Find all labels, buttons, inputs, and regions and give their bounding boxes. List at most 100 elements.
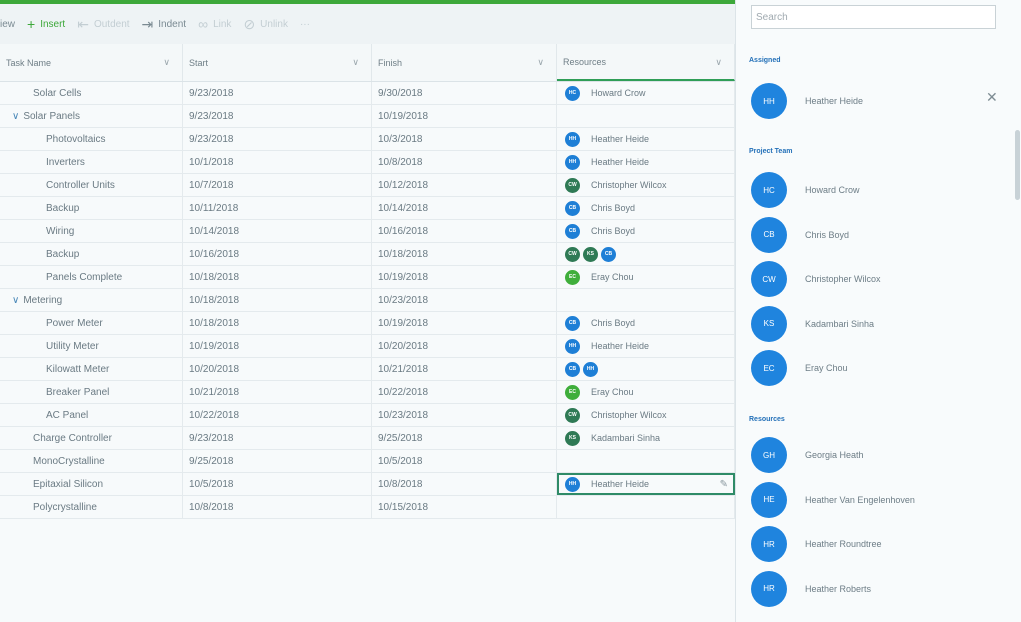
close-icon[interactable]: ✕ xyxy=(986,89,998,106)
start-date-cell[interactable]: 10/11/2018 xyxy=(183,197,372,219)
finish-date-cell[interactable]: 10/22/2018 xyxy=(372,381,557,403)
resource-person[interactable]: HR Heather Roberts xyxy=(751,570,871,607)
chevron-down-icon[interactable]: ∨ xyxy=(352,57,359,68)
resources-cell[interactable] xyxy=(557,105,735,127)
search-input[interactable]: Search xyxy=(751,5,996,29)
table-row[interactable]: Backup 10/11/2018 10/14/2018 CB Chris Boyd xyxy=(0,197,735,220)
table-row[interactable]: Epitaxial Silicon 10/5/2018 10/8/2018 HH Hea… xyxy=(0,473,735,496)
resources-cell[interactable]: CB HH xyxy=(557,358,735,380)
finish-date-cell[interactable]: 9/25/2018 xyxy=(372,427,557,449)
task-name-cell[interactable]: Solar Cells xyxy=(0,82,183,104)
chevron-down-icon[interactable]: ∨ xyxy=(715,57,722,68)
table-row[interactable]: Panels Complete 10/18/2018 10/19/2018 EC Era… xyxy=(0,266,735,289)
task-name-cell[interactable]: Backup xyxy=(0,243,183,265)
finish-date-cell[interactable]: 10/3/2018 xyxy=(372,128,557,150)
resources-cell[interactable]: KS Kadambari Sinha xyxy=(557,427,735,449)
start-date-cell[interactable]: 10/21/2018 xyxy=(183,381,372,403)
start-date-cell[interactable]: 10/18/2018 xyxy=(183,289,372,311)
table-row[interactable]: Charge Controller 9/23/2018 9/25/2018 KS Kad… xyxy=(0,427,735,450)
start-date-cell[interactable]: 10/16/2018 xyxy=(183,243,372,265)
start-date-cell[interactable]: 10/1/2018 xyxy=(183,151,372,173)
resources-cell[interactable]: EC Eray Chou xyxy=(557,381,735,403)
task-name-cell[interactable]: ∨ Solar Panels xyxy=(0,105,183,127)
resources-cell[interactable]: CW Christopher Wilcox xyxy=(557,174,735,196)
chevron-down-icon[interactable]: ∨ xyxy=(537,57,544,68)
task-name-cell[interactable]: Epitaxial Silicon xyxy=(0,473,183,495)
table-row[interactable]: Power Meter 10/18/2018 10/19/2018 CB Chris B… xyxy=(0,312,735,335)
task-name-cell[interactable]: Polycrystalline xyxy=(0,496,183,518)
task-name-cell[interactable]: ∨ Metering xyxy=(0,289,183,311)
task-name-cell[interactable]: Backup xyxy=(0,197,183,219)
resource-person[interactable]: GH Georgia Heath xyxy=(751,437,864,473)
team-person[interactable]: HC Howard Crow xyxy=(751,172,860,208)
finish-date-cell[interactable]: 10/18/2018 xyxy=(372,243,557,265)
task-name-cell[interactable]: AC Panel xyxy=(0,404,183,426)
outdent-button[interactable]: ⇤ Outdent xyxy=(77,16,129,33)
task-name-cell[interactable]: Photovoltaics xyxy=(0,128,183,150)
resources-cell[interactable]: HC Howard Crow xyxy=(557,82,735,104)
unlink-button[interactable]: ⊘ Unlink xyxy=(243,16,288,33)
finish-date-cell[interactable]: 10/23/2018 xyxy=(372,289,557,311)
table-row[interactable]: Kilowatt Meter 10/20/2018 10/21/2018 CB HH xyxy=(0,358,735,381)
column-header-resources[interactable]: Resources ∨ xyxy=(557,44,735,81)
table-row[interactable]: Utility Meter 10/19/2018 10/20/2018 HH Heath… xyxy=(0,335,735,358)
finish-date-cell[interactable]: 10/21/2018 xyxy=(372,358,557,380)
scrollbar-thumb[interactable] xyxy=(1015,130,1020,200)
finish-date-cell[interactable]: 10/12/2018 xyxy=(372,174,557,196)
table-row[interactable]: Controller Units 10/7/2018 10/12/2018 CW Chr… xyxy=(0,174,735,197)
table-row[interactable]: Breaker Panel 10/21/2018 10/22/2018 EC Eray … xyxy=(0,381,735,404)
resources-cell[interactable]: HH Heather Heide ✎ xyxy=(557,473,735,495)
start-date-cell[interactable]: 10/7/2018 xyxy=(183,174,372,196)
table-row[interactable]: ∨ Metering 10/18/2018 10/23/2018 xyxy=(0,289,735,312)
column-header-start[interactable]: Start ∨ xyxy=(183,44,372,81)
start-date-cell[interactable]: 10/18/2018 xyxy=(183,312,372,334)
task-name-cell[interactable]: Wiring xyxy=(0,220,183,242)
table-row[interactable]: Backup 10/16/2018 10/18/2018 CW KS CB xyxy=(0,243,735,266)
task-name-cell[interactable]: Power Meter xyxy=(0,312,183,334)
start-date-cell[interactable]: 10/19/2018 xyxy=(183,335,372,357)
finish-date-cell[interactable]: 10/20/2018 xyxy=(372,335,557,357)
team-person[interactable]: CB Chris Boyd xyxy=(751,216,849,253)
resources-cell[interactable]: CB Chris Boyd xyxy=(557,312,735,334)
resources-cell[interactable]: HH Heather Heide xyxy=(557,151,735,173)
assigned-person[interactable]: HH Heather Heide xyxy=(751,83,863,119)
chevron-down-icon[interactable]: ∨ xyxy=(12,295,19,306)
task-name-cell[interactable]: Kilowatt Meter xyxy=(0,358,183,380)
more-button[interactable]: ··· xyxy=(300,19,310,30)
finish-date-cell[interactable]: 10/15/2018 xyxy=(372,496,557,518)
team-person[interactable]: KS Kadambari Sinha xyxy=(751,305,874,342)
table-row[interactable]: Photovoltaics 9/23/2018 10/3/2018 HH Heather… xyxy=(0,128,735,151)
finish-date-cell[interactable]: 10/8/2018 xyxy=(372,151,557,173)
start-date-cell[interactable]: 9/23/2018 xyxy=(183,427,372,449)
chevron-down-icon[interactable]: ∨ xyxy=(12,111,19,122)
resources-cell[interactable] xyxy=(557,496,735,518)
resources-cell[interactable]: CB Chris Boyd xyxy=(557,197,735,219)
finish-date-cell[interactable]: 10/5/2018 xyxy=(372,450,557,472)
table-row[interactable]: Solar Cells 9/23/2018 9/30/2018 HC Howard Cr… xyxy=(0,82,735,105)
resources-cell[interactable]: CW KS CB xyxy=(557,243,735,265)
finish-date-cell[interactable]: 10/16/2018 xyxy=(372,220,557,242)
resources-cell[interactable]: CB Chris Boyd xyxy=(557,220,735,242)
task-name-cell[interactable]: Panels Complete xyxy=(0,266,183,288)
resources-cell[interactable]: EC Eray Chou xyxy=(557,266,735,288)
resource-person[interactable]: HR Heather Roundtree xyxy=(751,526,882,562)
start-date-cell[interactable]: 10/8/2018 xyxy=(183,496,372,518)
team-person[interactable]: EC Eray Chou xyxy=(751,350,848,386)
finish-date-cell[interactable]: 9/30/2018 xyxy=(372,82,557,104)
task-name-cell[interactable]: Charge Controller xyxy=(0,427,183,449)
finish-date-cell[interactable]: 10/19/2018 xyxy=(372,312,557,334)
indent-button[interactable]: ⇥ Indent xyxy=(142,16,187,33)
chevron-down-icon[interactable]: ∨ xyxy=(163,57,170,68)
task-name-cell[interactable]: Utility Meter xyxy=(0,335,183,357)
link-button[interactable]: ∞ Link xyxy=(198,16,231,32)
finish-date-cell[interactable]: 10/19/2018 xyxy=(372,105,557,127)
start-date-cell[interactable]: 10/14/2018 xyxy=(183,220,372,242)
team-person[interactable]: CW Christopher Wilcox xyxy=(751,261,881,297)
start-date-cell[interactable]: 10/5/2018 xyxy=(183,473,372,495)
start-date-cell[interactable]: 10/20/2018 xyxy=(183,358,372,380)
table-row[interactable]: MonoCrystalline 9/25/2018 10/5/2018 xyxy=(0,450,735,473)
table-row[interactable]: ∨ Solar Panels 9/23/2018 10/19/2018 xyxy=(0,105,735,128)
finish-date-cell[interactable]: 10/8/2018 xyxy=(372,473,557,495)
insert-button[interactable]: + Insert xyxy=(27,16,65,32)
task-name-cell[interactable]: Breaker Panel xyxy=(0,381,183,403)
